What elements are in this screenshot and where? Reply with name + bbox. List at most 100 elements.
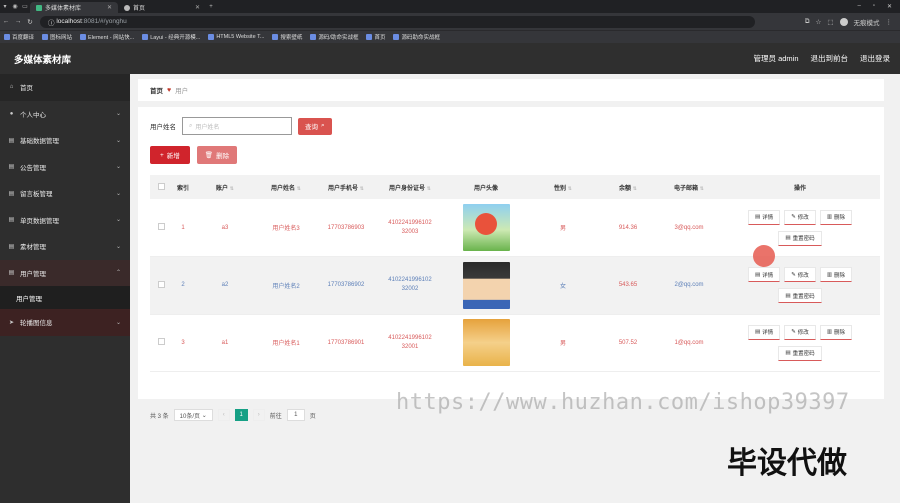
translate-icon[interactable]: ⧉ xyxy=(805,18,810,26)
maximize-icon[interactable]: ▫ xyxy=(873,3,875,10)
close-window-icon[interactable]: ✕ xyxy=(887,3,892,10)
app-header: 多媒体素材库 管理员 admin 退出到前台 退出登录 xyxy=(0,43,900,74)
edit-button[interactable]: ✎ 修改 xyxy=(784,209,816,225)
bookmark-item[interactable]: 百度翻译 xyxy=(4,33,34,41)
user-avatar-image[interactable] xyxy=(462,204,510,251)
cell-idcard: 4102241996102 32002 xyxy=(388,277,432,293)
tab-menu-icon[interactable]: ▾ xyxy=(0,3,10,10)
sort-icon[interactable]: ⇅ xyxy=(633,186,637,192)
forward-icon[interactable]: → xyxy=(12,18,24,25)
sidebar-item-notice[interactable]: ▤ 公告管理 ⌄ xyxy=(0,154,130,181)
prev-page-icon[interactable]: ‹ xyxy=(217,409,230,421)
cell-name: 用户姓名3 xyxy=(272,226,300,232)
profile-label[interactable]: 无痕模式 xyxy=(854,17,880,27)
cell-account: a3 xyxy=(221,224,229,231)
query-button[interactable]: 查询 ⌕ xyxy=(298,117,332,135)
close-tab-icon[interactable]: ✕ xyxy=(107,4,112,11)
column-header[interactable]: 用户姓名 ⇅ xyxy=(256,175,316,199)
detail-button[interactable]: ▤ 详情 xyxy=(747,324,781,340)
star-icon[interactable]: ☆ xyxy=(816,18,822,26)
sidebar-item-single-page[interactable]: ▤ 单页数据管理 ⌄ xyxy=(0,207,130,234)
user-avatar-image[interactable] xyxy=(462,261,510,309)
edit-button[interactable]: ✎ 修改 xyxy=(784,267,816,283)
cell-balance: 543.65 xyxy=(618,282,638,289)
sort-icon[interactable]: ⇅ xyxy=(700,186,704,192)
sidebar-item-materials[interactable]: ▤ 素材管理 ⌄ xyxy=(0,233,130,260)
more-menu-icon[interactable]: ⋮ xyxy=(886,18,893,26)
tab-title: 多媒体素材库 xyxy=(45,6,82,12)
sidebar-item-users[interactable]: ▤ 用户管理 ⌃ xyxy=(0,259,130,286)
bookmark-item[interactable]: 源码助命实战框 xyxy=(393,33,440,41)
column-header[interactable]: 余额 ⇅ xyxy=(598,175,658,199)
sidebar-subitem-user-management[interactable]: 用户管理 xyxy=(0,286,130,309)
sort-icon[interactable]: ⇅ xyxy=(297,186,301,192)
cell-idcard: 4102241996102 32003 xyxy=(388,219,432,235)
bookmark-item[interactable]: Layui - 经典开源模... xyxy=(142,33,200,41)
select-all-checkbox[interactable] xyxy=(157,182,165,190)
cursor-highlight xyxy=(753,245,775,267)
reload-icon[interactable]: ↻ xyxy=(24,18,36,26)
info-icon: ⓘ xyxy=(48,19,57,27)
breadcrumb-home[interactable]: 首页 xyxy=(150,85,163,95)
detail-button[interactable]: ▤ 详情 xyxy=(747,267,781,283)
sidebar-item-messages[interactable]: ▤ 留言板管理 ⌄ xyxy=(0,180,130,207)
sort-icon[interactable]: ⇅ xyxy=(230,186,234,192)
extensions-icon[interactable]: ⬚ xyxy=(827,18,833,26)
exit-to-front-link[interactable]: 退出到前台 xyxy=(811,53,849,64)
bookmark-item[interactable]: 搜索壁纸 xyxy=(272,33,302,41)
trash-icon: ▥ xyxy=(826,329,833,336)
next-page-icon[interactable]: › xyxy=(252,409,265,421)
column-header[interactable]: 性别 ⇅ xyxy=(528,175,598,199)
reset-password-button[interactable]: ▤ 重置密码 xyxy=(778,288,822,304)
goto-page-input[interactable]: 1 xyxy=(286,409,305,421)
detail-button[interactable]: ▤ 详情 xyxy=(747,209,781,225)
column-header[interactable]: 用户身份证号 ⇅ xyxy=(376,175,444,199)
bookmark-item[interactable]: 图标网站 xyxy=(42,33,72,41)
name-search-input[interactable]: ⌕ 用户姓名 xyxy=(182,117,292,135)
close-tab-icon[interactable]: ✕ xyxy=(195,4,200,11)
chevron-down-icon: ⌄ xyxy=(115,190,121,197)
header-actions: 管理员 admin 退出到前台 退出登录 xyxy=(753,53,900,64)
column-header[interactable]: 用户手机号 ⇅ xyxy=(316,175,376,199)
breadcrumb: 首页 ♥ 用户 xyxy=(138,79,884,101)
tab-overview-icon[interactable]: ▭ xyxy=(20,3,30,10)
delete-button[interactable]: ▥ 删除 xyxy=(819,267,853,283)
reset-password-button[interactable]: ▤ 重置密码 xyxy=(778,345,822,361)
batch-delete-button[interactable]: 🗑 删除 xyxy=(196,146,238,164)
column-header[interactable]: 电子邮箱 ⇅ xyxy=(658,175,720,199)
sidebar-item-profile[interactable]: ● 个人中心 ⌄ xyxy=(0,101,130,128)
delete-button[interactable]: ▥ 删除 xyxy=(819,209,853,225)
sort-icon[interactable]: ⇅ xyxy=(360,186,364,192)
sidebar-item-carousel[interactable]: ➤ 轮播图信息 ⌄ xyxy=(0,309,130,336)
reset-password-button[interactable]: ▤ 重置密码 xyxy=(778,230,822,246)
edit-button[interactable]: ✎ 修改 xyxy=(784,324,816,340)
url-field[interactable]: ⓘ localhost:8081/#/yonghu xyxy=(40,15,755,28)
tab-active[interactable]: 多媒体素材库 ✕ xyxy=(30,2,118,13)
bookmark-item[interactable]: Element - 网站快... xyxy=(80,33,134,41)
address-bar-row: ← → ↻ ⓘ localhost:8081/#/yonghu ⧉ ☆ ⬚ 无痕… xyxy=(0,13,900,30)
sort-icon[interactable]: ⇅ xyxy=(427,186,431,192)
incognito-icon xyxy=(839,17,848,26)
total-count: 共 3 条 xyxy=(150,413,169,420)
row-checkbox[interactable] xyxy=(157,338,165,346)
sidebar-item-basic-data[interactable]: ▤ 基础数据管理 ⌄ xyxy=(0,127,130,154)
page-number-current[interactable]: 1 xyxy=(234,409,248,421)
window-controls: – ▫ ✕ xyxy=(857,3,900,10)
bookmark-item[interactable]: HTML5 Website T... xyxy=(208,34,264,40)
minimize-icon[interactable]: – xyxy=(857,3,860,10)
delete-button[interactable]: ▥ 删除 xyxy=(819,324,853,340)
sidebar-item-home[interactable]: ⌂ 首页 xyxy=(0,74,130,101)
row-checkbox[interactable] xyxy=(157,223,165,230)
page-size-select[interactable]: 10条/页 ⌄ xyxy=(173,409,213,421)
tab-inactive[interactable]: 首页 ✕ xyxy=(118,2,206,13)
add-button[interactable]: + 新增 xyxy=(150,146,190,164)
sort-icon[interactable]: ⇅ xyxy=(568,186,572,192)
row-checkbox[interactable] xyxy=(157,280,165,288)
bookmark-item[interactable]: 首页 xyxy=(366,33,385,41)
column-header[interactable]: 账户 ⇅ xyxy=(194,175,256,199)
back-icon[interactable]: ← xyxy=(0,18,12,25)
bookmark-item[interactable]: 源码/助命实战框 xyxy=(310,33,358,41)
logout-link[interactable]: 退出登录 xyxy=(860,53,890,64)
user-avatar-image[interactable] xyxy=(462,319,510,367)
new-tab-button[interactable]: + xyxy=(206,4,216,10)
